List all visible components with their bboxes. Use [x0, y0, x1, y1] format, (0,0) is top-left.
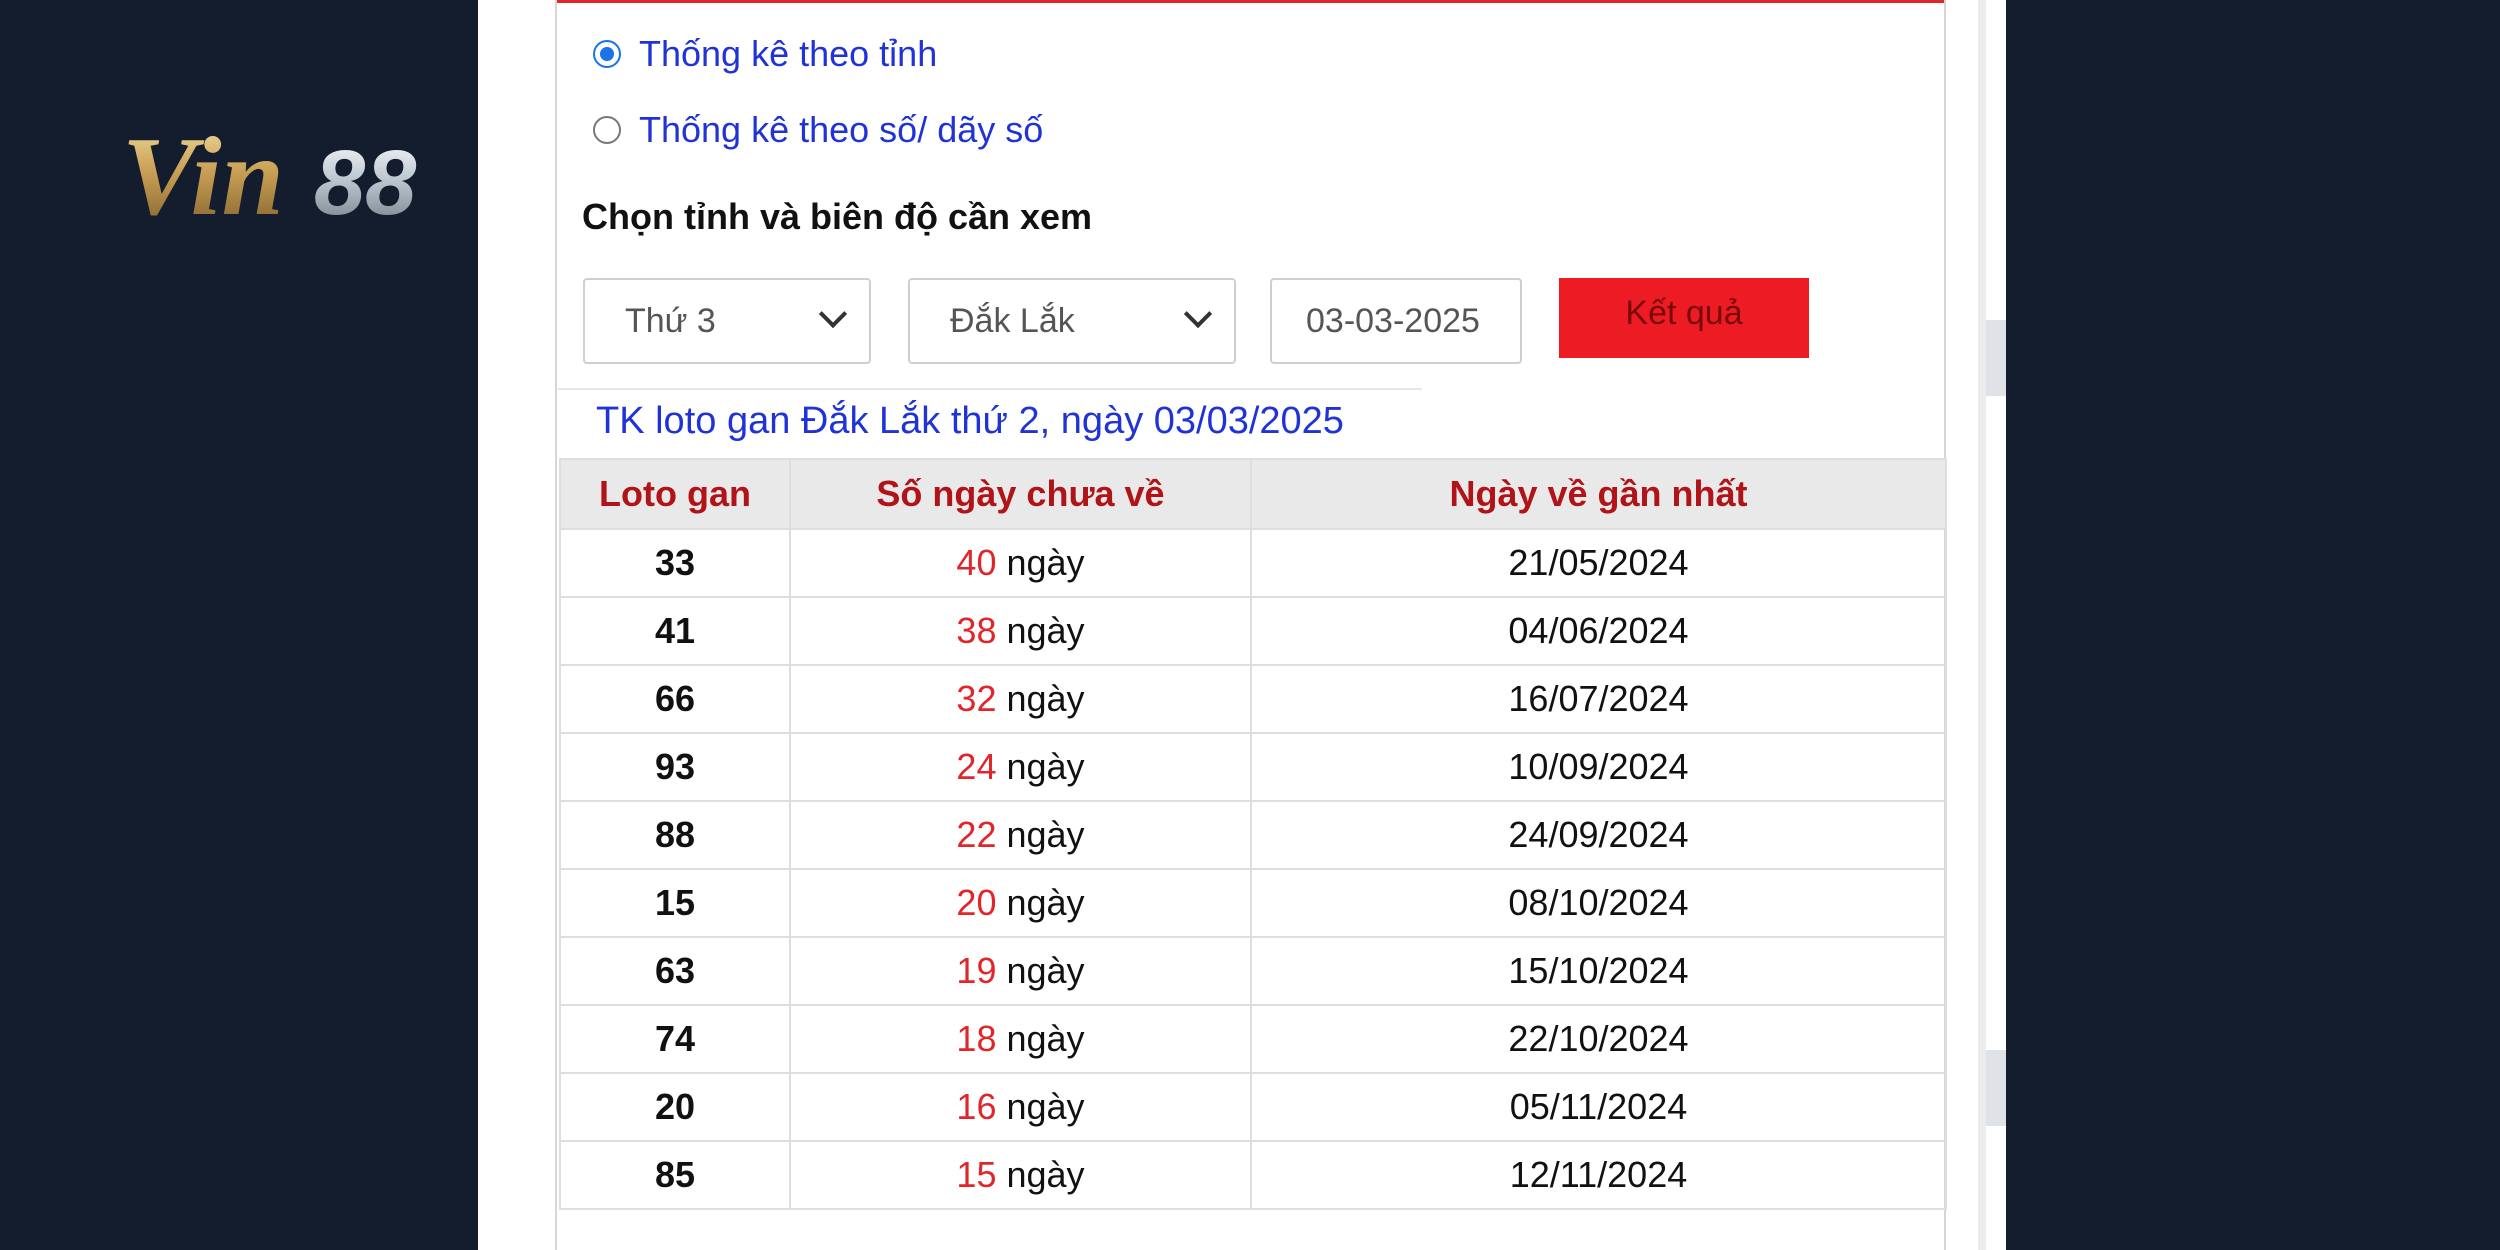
days-unit: ngày: [1006, 1018, 1085, 1059]
scroll-marker: [1986, 320, 2006, 396]
radio-label: Thống kê theo tỉnh: [639, 33, 938, 74]
result-button[interactable]: Kết quả: [1559, 278, 1809, 358]
content-panel: Thống kê theo tỉnh Thống kê theo số/ dãy…: [478, 0, 2006, 1250]
loto-number: 66: [559, 664, 791, 734]
days-count: 38: [956, 610, 997, 651]
table-row: 66 32 ngày 16/07/2024: [559, 664, 1947, 734]
days-cell: 24 ngày: [789, 732, 1252, 802]
table-row: 88 22 ngày 24/09/2024: [559, 800, 1947, 870]
radio-checked-icon[interactable]: [593, 40, 621, 68]
last-date: 15/10/2024: [1250, 936, 1947, 1006]
days-unit: ngày: [1006, 814, 1085, 855]
column-header-loto: Loto gan: [559, 458, 791, 530]
section-label: Chọn tỉnh và biên độ cần xem: [582, 196, 1093, 237]
days-count: 20: [956, 882, 997, 923]
loto-number: 15: [559, 868, 791, 938]
last-date: 04/06/2024: [1250, 596, 1947, 666]
loto-number: 63: [559, 936, 791, 1006]
table-row: 20 16 ngày 05/11/2024: [559, 1072, 1947, 1142]
days-unit: ngày: [1006, 1086, 1085, 1127]
table-row: 74 18 ngày 22/10/2024: [559, 1004, 1947, 1074]
table-row: 63 19 ngày 15/10/2024: [559, 936, 1947, 1006]
column-header-last-date: Ngày về gần nhất: [1250, 458, 1947, 530]
svg-text:88: 88: [314, 132, 417, 234]
days-count: 24: [956, 746, 997, 787]
last-date: 12/11/2024: [1250, 1140, 1947, 1210]
last-date: 05/11/2024: [1250, 1072, 1947, 1142]
days-cell: 22 ngày: [789, 800, 1252, 870]
days-cell: 19 ngày: [789, 936, 1252, 1006]
last-date: 21/05/2024: [1250, 528, 1947, 598]
chevron-down-icon: [818, 299, 848, 329]
loto-number: 33: [559, 528, 791, 598]
radio-option-province[interactable]: Thống kê theo tỉnh: [593, 33, 938, 74]
loto-number: 93: [559, 732, 791, 802]
table-caption: TK loto gan Đắk Lắk thứ 2, ngày 03/03/20…: [596, 400, 1344, 442]
last-date: 22/10/2024: [1250, 1004, 1947, 1074]
last-date: 10/09/2024: [1250, 732, 1947, 802]
days-unit: ngày: [1006, 950, 1085, 991]
days-unit: ngày: [1006, 746, 1085, 787]
days-count: 18: [956, 1018, 997, 1059]
days-cell: 20 ngày: [789, 868, 1252, 938]
days-cell: 15 ngày: [789, 1140, 1252, 1210]
days-unit: ngày: [1006, 678, 1085, 719]
loto-number: 74: [559, 1004, 791, 1074]
radio-unchecked-icon[interactable]: [593, 116, 621, 144]
vin88-logo: Vin 88: [122, 115, 417, 239]
radio-option-number[interactable]: Thống kê theo số/ dãy số: [593, 109, 1044, 150]
days-count: 22: [956, 814, 997, 855]
svg-text:Vin: Vin: [122, 115, 284, 239]
days-cell: 32 ngày: [789, 664, 1252, 734]
days-cell: 16 ngày: [789, 1072, 1252, 1142]
last-date: 16/07/2024: [1250, 664, 1947, 734]
top-accent-rule: [557, 0, 1944, 3]
day-select-value: Thứ 3: [625, 301, 716, 340]
days-count: 19: [956, 950, 997, 991]
scroll-marker: [1986, 1050, 2006, 1126]
panel-edge: [1978, 0, 1986, 1250]
table-header-row: Loto gan Số ngày chưa về Ngày về gần nhấ…: [559, 458, 1947, 530]
day-select[interactable]: Thứ 3: [583, 278, 871, 364]
days-count: 15: [956, 1154, 997, 1195]
table-row: 15 20 ngày 08/10/2024: [559, 868, 1947, 938]
days-unit: ngày: [1006, 610, 1085, 651]
province-select-value: Đắk Lắk: [950, 301, 1075, 340]
table-row: 93 24 ngày 10/09/2024: [559, 732, 1947, 802]
province-select[interactable]: Đắk Lắk: [908, 278, 1236, 364]
days-count: 32: [956, 678, 997, 719]
radio-label: Thống kê theo số/ dãy số: [639, 109, 1044, 150]
loto-number: 20: [559, 1072, 791, 1142]
days-count: 40: [956, 542, 997, 583]
days-unit: ngày: [1006, 882, 1085, 923]
last-date: 08/10/2024: [1250, 868, 1947, 938]
table-row: 33 40 ngày 21/05/2024: [559, 528, 1947, 598]
last-date: 24/09/2024: [1250, 800, 1947, 870]
days-count: 16: [956, 1086, 997, 1127]
days-unit: ngày: [1006, 542, 1085, 583]
days-cell: 38 ngày: [789, 596, 1252, 666]
loto-gan-table: Loto gan Số ngày chưa về Ngày về gần nhấ…: [559, 458, 1947, 1210]
days-cell: 18 ngày: [789, 1004, 1252, 1074]
date-input[interactable]: [1270, 278, 1522, 364]
loto-number: 85: [559, 1140, 791, 1210]
loto-number: 88: [559, 800, 791, 870]
table-row: 85 15 ngày 12/11/2024: [559, 1140, 1947, 1210]
chevron-down-icon: [1183, 299, 1213, 329]
days-cell: 40 ngày: [789, 528, 1252, 598]
loto-number: 41: [559, 596, 791, 666]
days-unit: ngày: [1006, 1154, 1085, 1195]
table-row: 41 38 ngày 04/06/2024: [559, 596, 1947, 666]
column-header-days: Số ngày chưa về: [789, 458, 1252, 530]
